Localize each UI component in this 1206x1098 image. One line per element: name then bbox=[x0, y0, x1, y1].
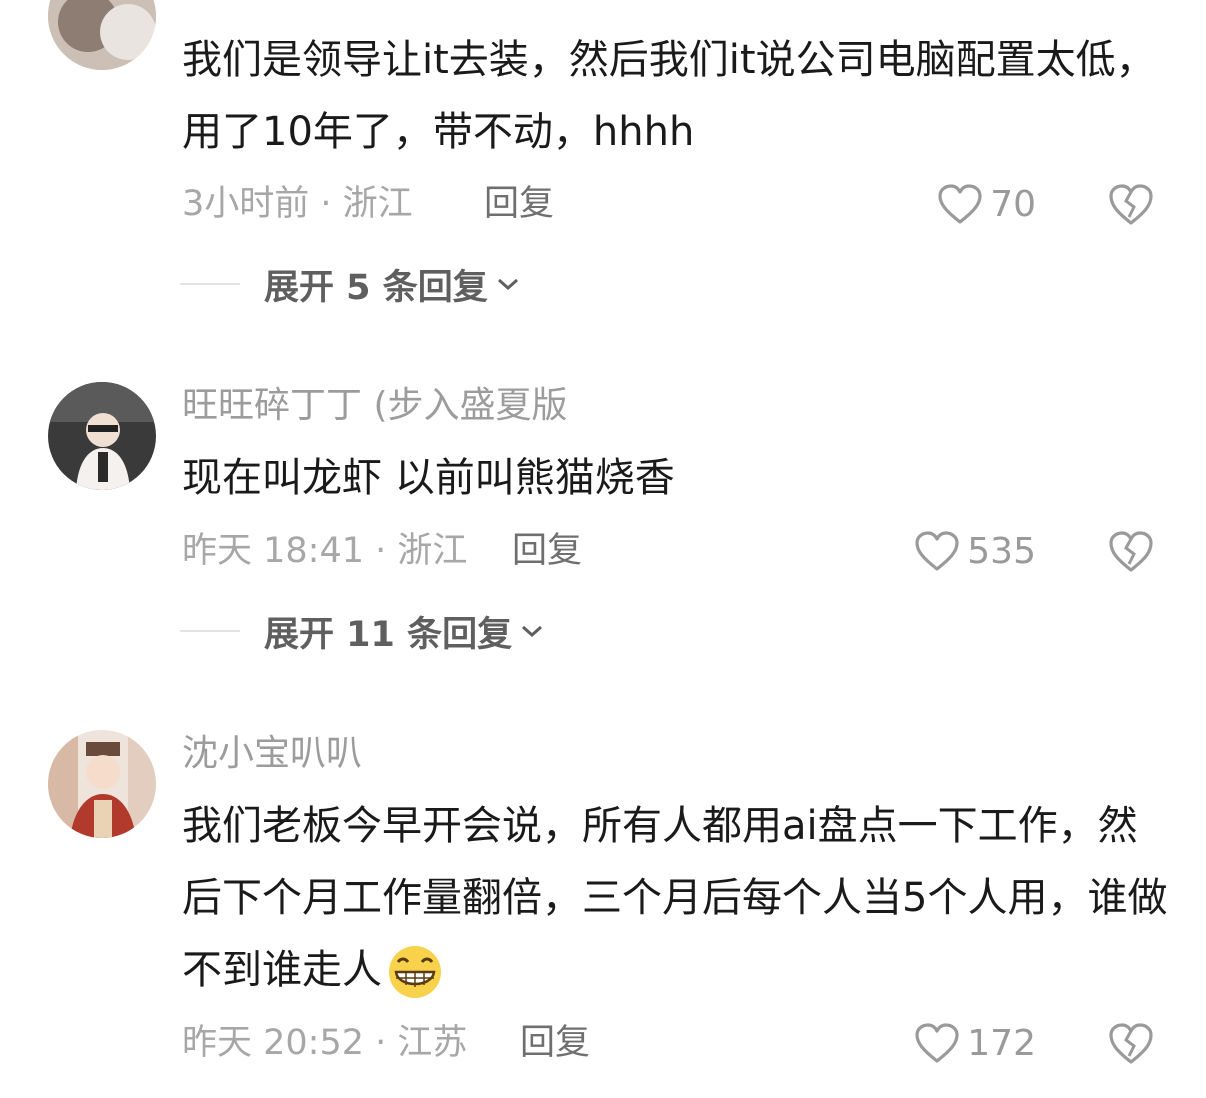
heart-outline-icon bbox=[938, 184, 982, 224]
reply-button[interactable]: 回复 bbox=[512, 527, 582, 575]
broken-heart-icon bbox=[1109, 1023, 1153, 1064]
reply-button[interactable]: 回复 bbox=[484, 180, 554, 228]
comment-time-location: 昨天 18:41 · 浙江 bbox=[182, 531, 468, 571]
avatar[interactable] bbox=[48, 730, 156, 838]
comment-text: 我们是领导让it去装，然后我们it说公司电脑配置太低，用了10年了，带不动，hh… bbox=[182, 37, 1156, 155]
username[interactable]: 旺旺碎丁丁 (步入盛夏版 bbox=[182, 382, 568, 430]
dislike-button[interactable] bbox=[1106, 180, 1156, 228]
broken-heart-icon bbox=[1109, 184, 1153, 225]
avatar[interactable] bbox=[48, 382, 156, 490]
avatar[interactable] bbox=[48, 0, 156, 70]
like-button[interactable]: 70 bbox=[936, 180, 1036, 228]
heart-outline-icon bbox=[915, 531, 959, 571]
expand-replies-label: 展开 11 条回复 bbox=[264, 614, 513, 655]
broken-heart-icon bbox=[1109, 531, 1153, 572]
chevron-down-icon bbox=[522, 625, 543, 638]
expand-replies-label: 展开 5 条回复 bbox=[264, 267, 488, 308]
comment-text: 现在叫龙虾 以前叫熊猫烧香 bbox=[182, 455, 675, 501]
dislike-button[interactable] bbox=[1106, 527, 1156, 575]
chevron-down-icon bbox=[497, 278, 518, 291]
dislike-button[interactable] bbox=[1106, 1019, 1156, 1067]
username[interactable]: 沈小宝叭叭 bbox=[182, 730, 362, 778]
comment-time-location: 3小时前 · 浙江 bbox=[182, 184, 413, 224]
like-button[interactable]: 172 bbox=[913, 1019, 1036, 1067]
heart-outline-icon bbox=[915, 1023, 959, 1063]
divider-line bbox=[180, 630, 240, 632]
like-button[interactable]: 535 bbox=[913, 527, 1036, 575]
divider-line bbox=[180, 283, 240, 285]
reply-button[interactable]: 回复 bbox=[520, 1019, 590, 1067]
comment-text-content: 我们老板今早开会说，所有人都用ai盘点一下工作，然后下个月工作量翻倍，三个月后每… bbox=[182, 803, 1168, 993]
grinning-emoji-icon bbox=[389, 946, 441, 998]
like-count: 535 bbox=[967, 530, 1036, 572]
like-count: 70 bbox=[990, 183, 1036, 225]
comment-time-location: 昨天 20:52 · 江苏 bbox=[182, 1023, 468, 1063]
comment-text: 我们老板今早开会说，所有人都用ai盘点一下工作，然后下个月工作量翻倍，三个月后每… bbox=[182, 790, 1172, 1006]
expand-replies[interactable]: 展开 11 条回复 bbox=[180, 607, 544, 655]
like-count: 172 bbox=[967, 1022, 1036, 1064]
expand-replies[interactable]: 展开 5 条回复 bbox=[180, 260, 520, 308]
